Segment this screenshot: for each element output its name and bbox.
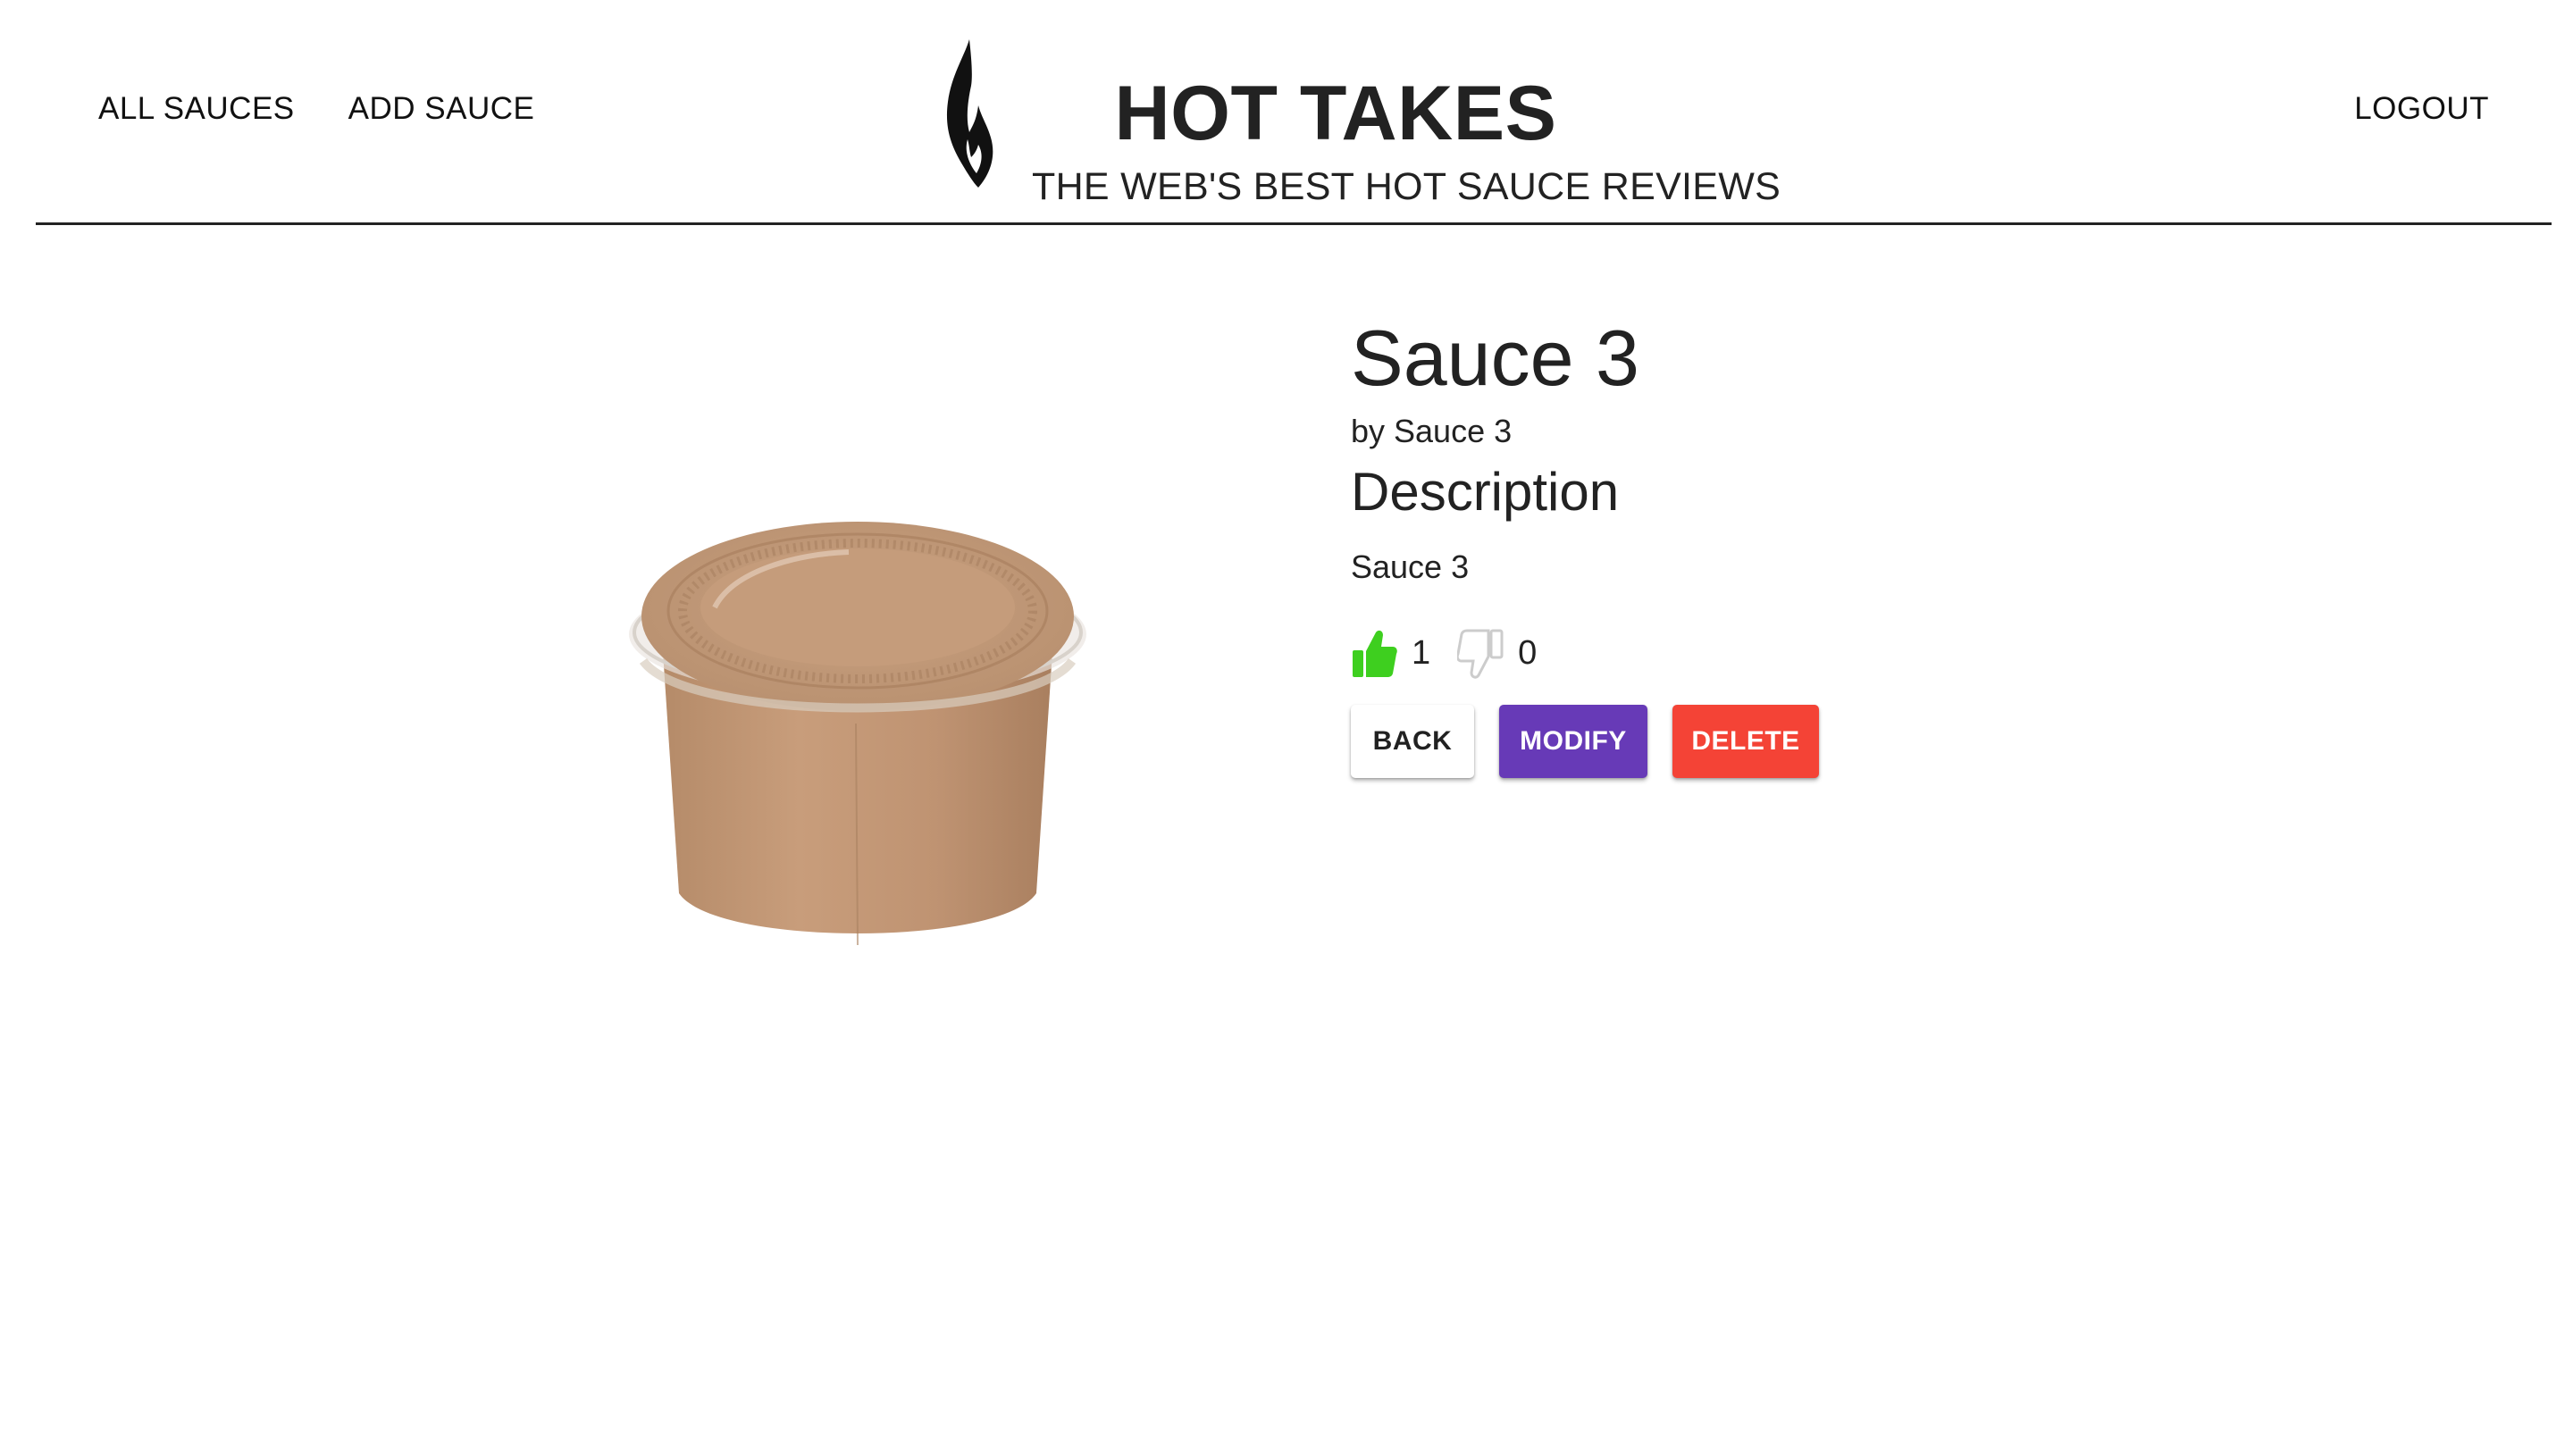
site-subtitle: THE WEB'S BEST HOT SAUCE REVIEWS bbox=[1032, 165, 1781, 208]
back-button[interactable]: BACK bbox=[1351, 704, 1474, 778]
logout-link[interactable]: LOGOUT bbox=[2354, 91, 2489, 126]
action-buttons: BACK MODIFY DELETE bbox=[1351, 704, 2244, 778]
brand: HOT TAKES THE WEB'S BEST HOT SAUCE REVIE… bbox=[943, 36, 1781, 206]
ratings: 1 0 bbox=[1351, 623, 2244, 685]
thumbs-up-icon[interactable] bbox=[1351, 627, 1397, 681]
nav-all-sauces[interactable]: ALL SAUCES bbox=[98, 91, 295, 127]
dislikes-count: 0 bbox=[1518, 634, 1538, 673]
sauce-details: Sauce 3 by Sauce 3 Description Sauce 3 1… bbox=[1351, 308, 2244, 778]
description-heading: Description bbox=[1351, 461, 1620, 522]
sauce-description: Sauce 3 bbox=[1351, 548, 1470, 585]
likes-count: 1 bbox=[1412, 634, 1431, 673]
sauce-manufacturer: by Sauce 3 bbox=[1351, 413, 1513, 449]
nav-add-sauce[interactable]: ADD SAUCE bbox=[348, 91, 535, 127]
header-divider bbox=[36, 222, 2552, 225]
sauce-name: Sauce 3 bbox=[1351, 314, 1639, 402]
thumbs-down-icon[interactable] bbox=[1457, 627, 1504, 681]
sauce-image bbox=[629, 522, 1086, 946]
site-header: ALL SAUCES ADD SAUCE HOT TAKES THE WEB'S… bbox=[0, 0, 2573, 225]
delete-button[interactable]: DELETE bbox=[1672, 704, 1819, 778]
site-title: HOT TAKES bbox=[1114, 71, 1557, 156]
user-nav: LOGOUT bbox=[2354, 91, 2489, 127]
modify-button[interactable]: MODIFY bbox=[1499, 704, 1647, 778]
primary-nav: ALL SAUCES ADD SAUCE bbox=[98, 91, 534, 127]
